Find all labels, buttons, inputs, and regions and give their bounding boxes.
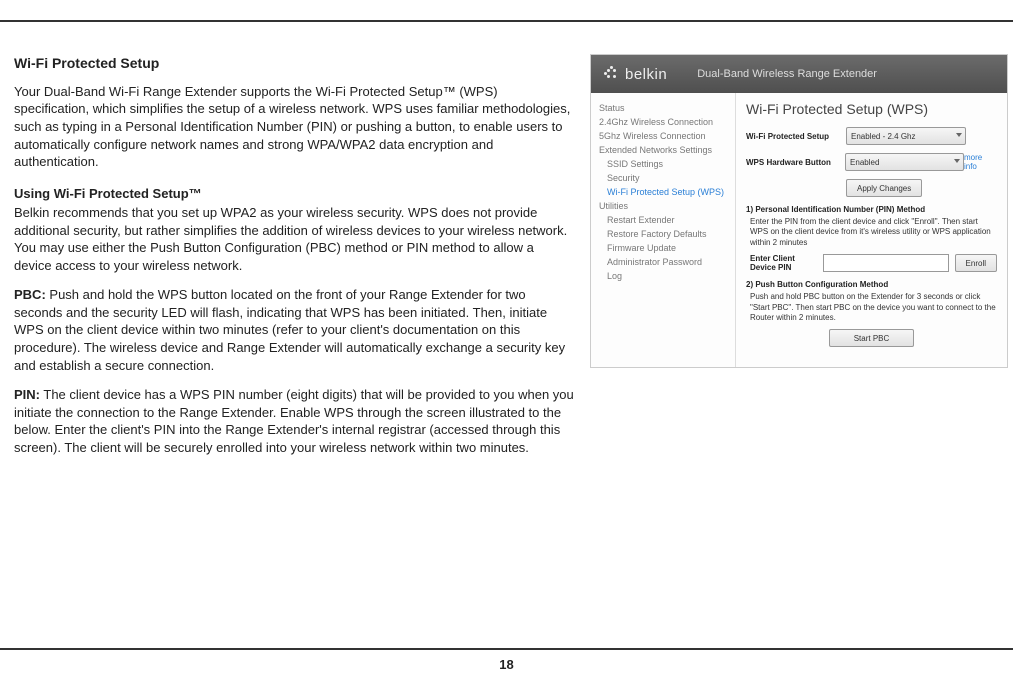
sidebar-item-security[interactable]: Security <box>599 171 729 185</box>
sidebar-item-log[interactable]: Log <box>599 269 729 283</box>
section-pin-heading: 1) Personal Identification Number (PIN) … <box>746 205 997 214</box>
sidebar-item-5ghz[interactable]: 5Ghz Wireless Connection <box>599 129 729 143</box>
top-rule <box>0 20 1013 22</box>
sidebar-item-24ghz[interactable]: 2.4Ghz Wireless Connection <box>599 115 729 129</box>
bottom-rule <box>0 648 1013 650</box>
sidebar-item-restart[interactable]: Restart Extender <box>599 213 729 227</box>
sidebar-item-restore[interactable]: Restore Factory Defaults <box>599 227 729 241</box>
apply-changes-button[interactable]: Apply Changes <box>846 179 922 197</box>
belkin-logo-text: belkin <box>625 66 667 83</box>
start-pbc-button[interactable]: Start PBC <box>829 329 915 347</box>
section-pin-text: Enter the PIN from the client device and… <box>750 217 997 248</box>
para-pbc: PBC: Push and hold the WPS button locate… <box>14 286 574 374</box>
text-pin: The client device has a WPS PIN number (… <box>14 387 574 455</box>
belkin-logo: belkin <box>603 65 667 83</box>
sidebar-item-utilities[interactable]: Utilities <box>599 199 729 213</box>
label-client-pin: Enter Client Device PIN <box>750 254 817 272</box>
text-pbc: Push and hold the WPS button located on … <box>14 287 565 372</box>
heading-using: Using Wi-Fi Protected Setup™ <box>14 185 574 203</box>
page-number: 18 <box>0 657 1013 672</box>
dropdown-wps-hw[interactable]: Enabled <box>845 153 964 171</box>
belkin-logo-icon <box>603 65 621 83</box>
enroll-button[interactable]: Enroll <box>955 254 997 272</box>
para-using: Belkin recommends that you set up WPA2 a… <box>14 204 574 274</box>
ui-main: Wi-Fi Protected Setup (WPS) Wi-Fi Protec… <box>736 93 1007 367</box>
router-ui-screenshot: belkin Dual-Band Wireless Range Extender… <box>590 54 1008 368</box>
section-pbc-heading: 2) Push Button Configuration Method <box>746 280 997 289</box>
para-pin: PIN: The client device has a WPS PIN num… <box>14 386 574 456</box>
sidebar-item-admin[interactable]: Administrator Password <box>599 255 729 269</box>
label-wps-hw: WPS Hardware Button <box>746 158 845 167</box>
ui-sidebar: Status 2.4Ghz Wireless Connection 5Ghz W… <box>591 93 736 367</box>
dropdown-wps-setup-value: Enabled - 2.4 Ghz <box>851 132 915 141</box>
ui-header: belkin Dual-Band Wireless Range Extender <box>591 55 1007 93</box>
article-body: Wi-Fi Protected Setup Your Dual-Band Wi-… <box>14 54 574 468</box>
label-pbc: PBC: <box>14 287 46 302</box>
label-pin: PIN: <box>14 387 40 402</box>
sidebar-item-firmware[interactable]: Firmware Update <box>599 241 729 255</box>
main-title: Wi-Fi Protected Setup (WPS) <box>746 101 997 117</box>
section-pbc-text: Push and hold PBC button on the Extender… <box>750 292 997 323</box>
sidebar-item-status[interactable]: Status <box>599 101 729 115</box>
label-wps-setup: Wi-Fi Protected Setup <box>746 132 846 141</box>
dropdown-wps-hw-value: Enabled <box>850 158 879 167</box>
sidebar-item-ssid[interactable]: SSID Settings <box>599 157 729 171</box>
client-pin-input[interactable] <box>823 254 949 272</box>
ui-header-title: Dual-Band Wireless Range Extender <box>697 68 877 80</box>
heading-wps: Wi-Fi Protected Setup <box>14 54 574 73</box>
sidebar-item-extended[interactable]: Extended Networks Settings <box>599 143 729 157</box>
link-more-info[interactable]: more info <box>964 153 997 171</box>
para-intro: Your Dual-Band Wi-Fi Range Extender supp… <box>14 83 574 171</box>
dropdown-wps-setup[interactable]: Enabled - 2.4 Ghz <box>846 127 966 145</box>
sidebar-item-wps[interactable]: Wi-Fi Protected Setup (WPS) <box>599 185 729 199</box>
